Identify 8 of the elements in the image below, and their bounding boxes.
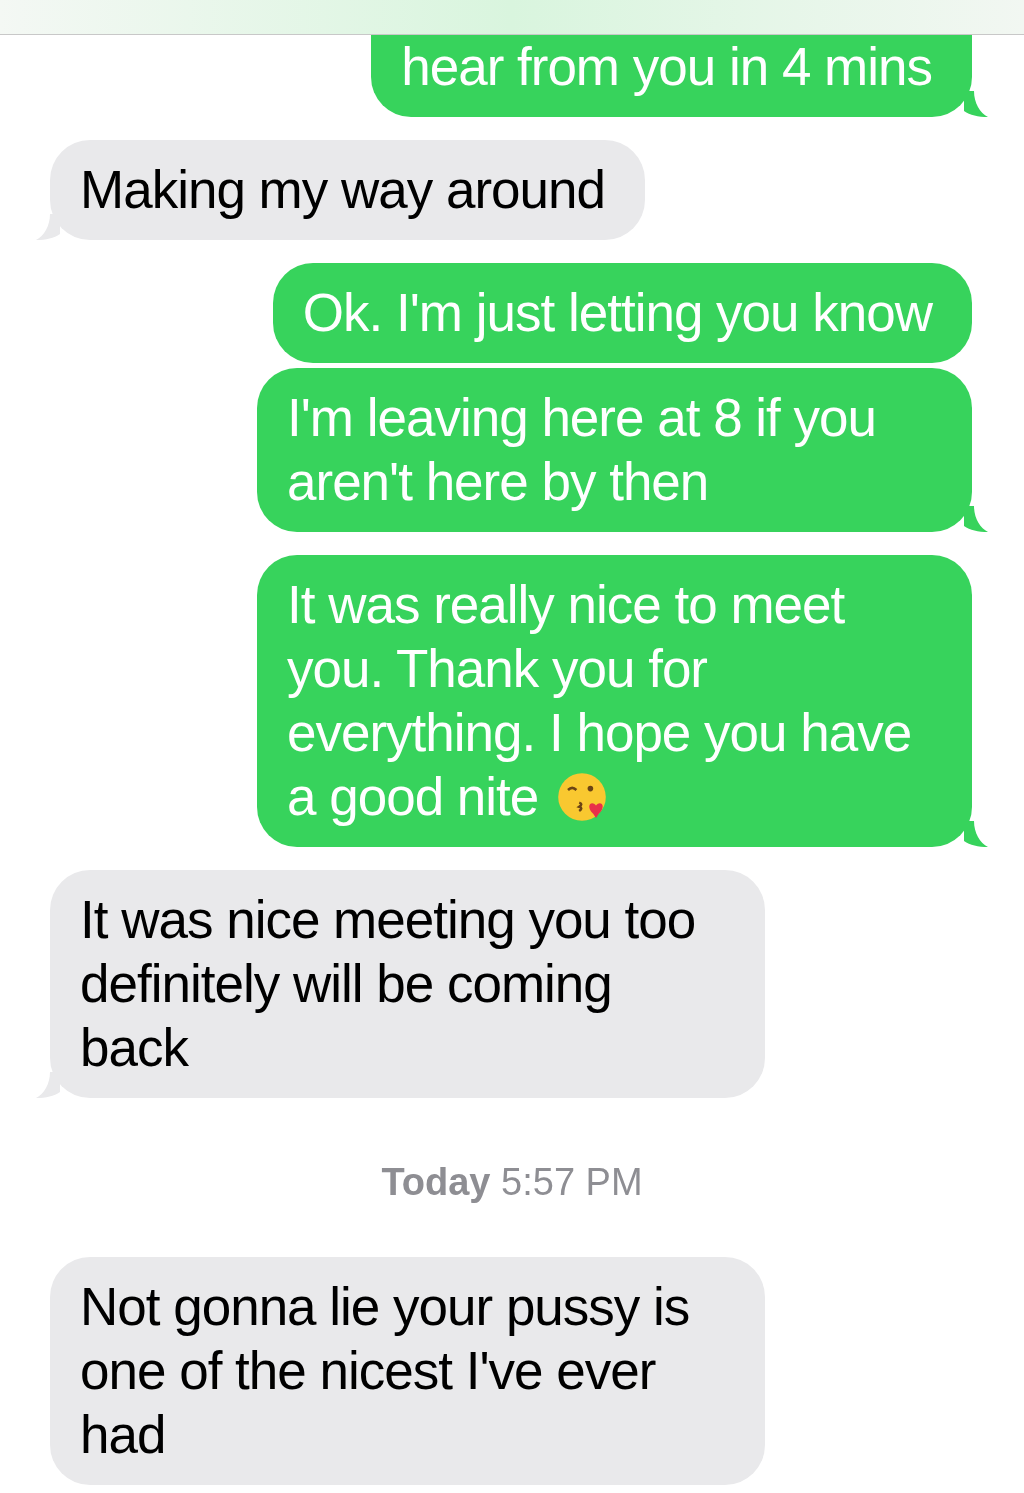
message-bubble: Ok. I'm just letting you know [272,263,972,363]
message-bubble: It was really nice to meet you. Thank you for everything. I hope you have a good nite [257,555,972,847]
message-bubble: hear from you in 4 mins [371,35,972,117]
message-bubble: Making my way around [50,140,645,240]
message-bubble: Not gonna lie your pussy is one of the nicest I've ever had [50,1257,765,1485]
message-bubble: It was nice meeting you too definitely will be coming back [50,870,765,1098]
message-bubble: I'm leaving here at 8 if you aren't here by then [257,368,972,532]
timestamp: Today 5:57 PM [381,1160,643,1204]
